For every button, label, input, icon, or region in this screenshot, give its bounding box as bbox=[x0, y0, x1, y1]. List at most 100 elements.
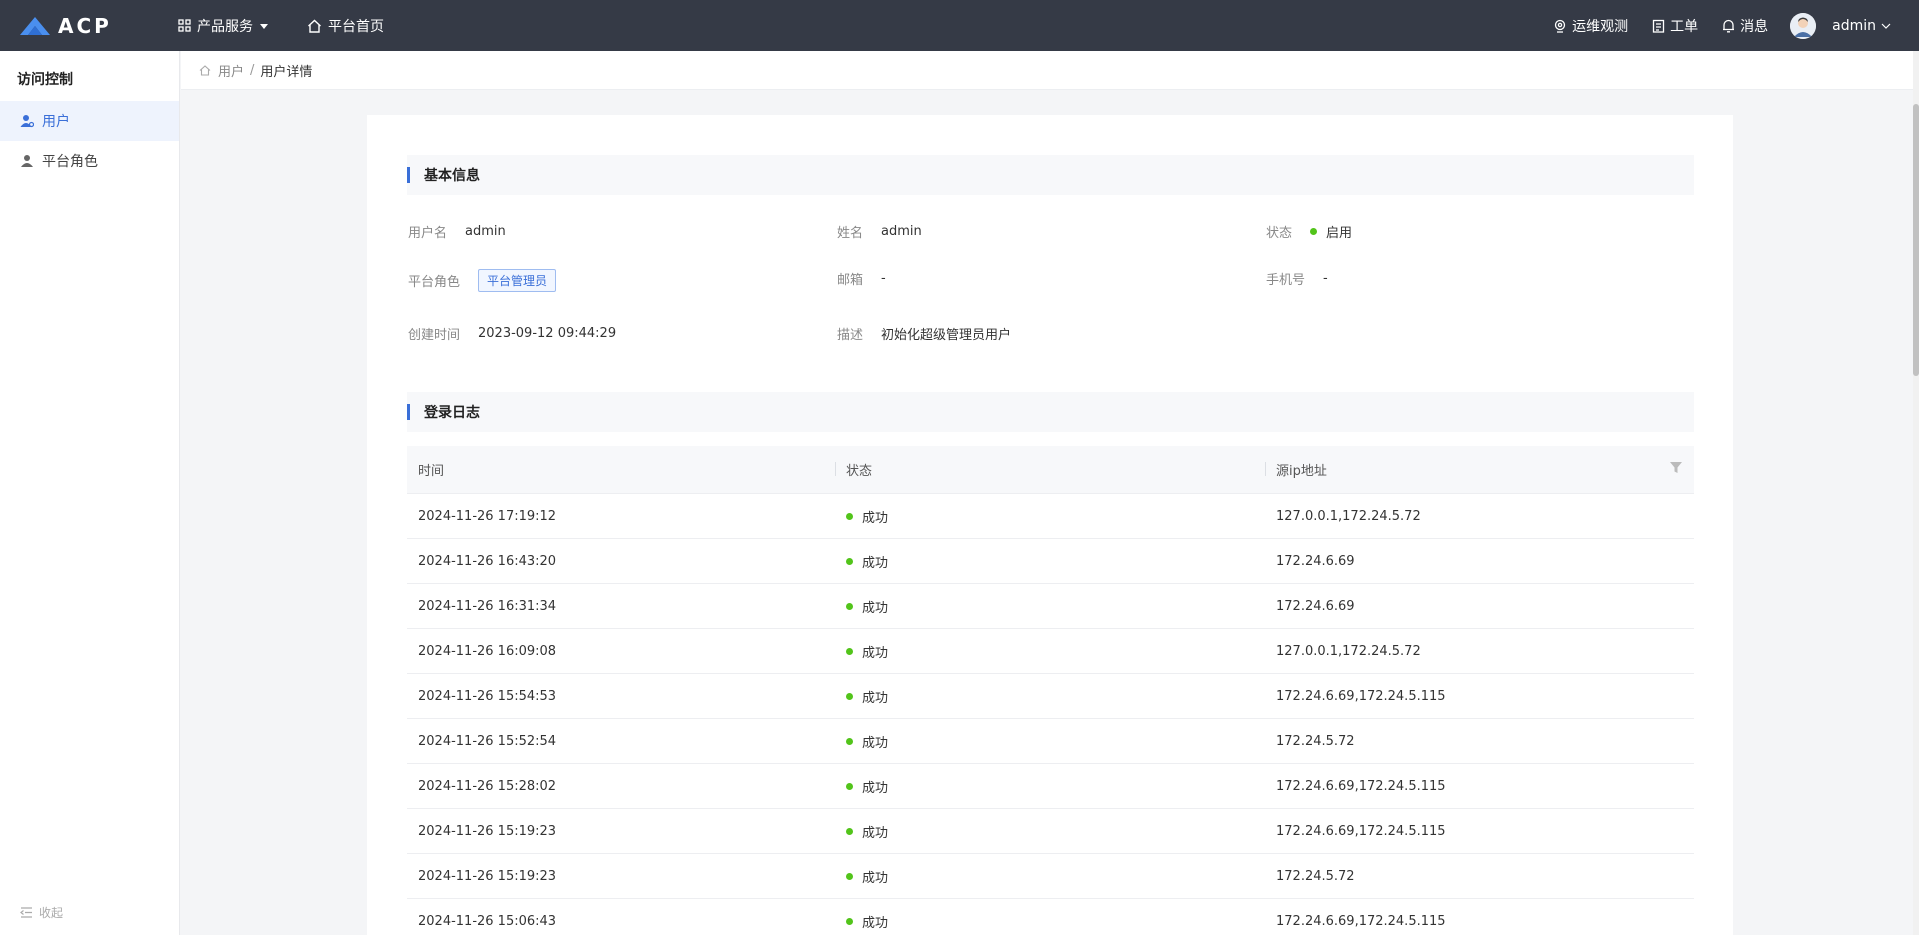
avatar[interactable] bbox=[1790, 12, 1817, 39]
user-menu[interactable]: admin bbox=[1832, 18, 1891, 34]
cell-source-ip: 127.0.0.1,172.24.5.72 bbox=[1276, 643, 1421, 659]
name-value: admin bbox=[881, 224, 922, 239]
login-log-header: 登录日志 bbox=[407, 392, 1694, 432]
messages-link[interactable]: 消息 bbox=[1722, 16, 1768, 36]
platform-role-field: 平台角色 平台管理员 bbox=[408, 269, 557, 292]
cell-status-text: 成功 bbox=[862, 870, 889, 886]
cell-status-text: 成功 bbox=[862, 510, 889, 526]
logo-text: ACP bbox=[58, 13, 112, 38]
page-scrollbar[interactable] bbox=[1913, 51, 1919, 935]
cell-source-ip: 172.24.5.72 bbox=[1276, 868, 1355, 884]
cell-status: 成功 bbox=[835, 507, 1265, 526]
username-value: admin bbox=[465, 224, 506, 239]
status-dot bbox=[1310, 228, 1318, 235]
status-dot bbox=[846, 692, 853, 700]
cell-status-text: 成功 bbox=[862, 825, 889, 841]
avatar-person-icon bbox=[1790, 12, 1817, 39]
status-dot bbox=[846, 782, 853, 790]
table-header: 时间 状态 源ip地址 bbox=[407, 446, 1694, 494]
cell-source-ip: 172.24.6.69 bbox=[1276, 598, 1355, 614]
table-row: 2024-11-26 15:28:02 成功 172.24.6.69,172.24.… bbox=[407, 764, 1694, 809]
cell-time: 2024-11-26 16:09:08 bbox=[418, 643, 557, 659]
ops-monitor-link[interactable]: 运维观测 bbox=[1553, 16, 1628, 36]
nav-platform-home[interactable]: 平台首页 bbox=[307, 16, 384, 36]
home-icon bbox=[308, 19, 321, 33]
cell-source-ip: 172.24.6.69,172.24.5.115 bbox=[1276, 688, 1446, 704]
nav-product-services-label: 产品服务 bbox=[197, 18, 253, 35]
cell-status-text: 成功 bbox=[862, 600, 889, 616]
cell-status: 成功 bbox=[835, 687, 1265, 706]
ops-monitor-label: 运维观测 bbox=[1572, 18, 1629, 35]
cell-source-ip: 172.24.6.69,172.24.5.115 bbox=[1276, 823, 1446, 839]
table-body: 2024-11-26 17:19:12 成功 127.0.0.1,172.24.5.… bbox=[407, 494, 1694, 935]
phone-field: 手机号 - bbox=[1266, 269, 1328, 288]
status-dot bbox=[846, 872, 853, 880]
cell-time: 2024-11-26 15:52:54 bbox=[418, 733, 557, 749]
cell-time: 2024-11-26 15:19:23 bbox=[418, 868, 557, 884]
status-dot bbox=[846, 512, 853, 520]
nav-product-services[interactable]: 产品服务 bbox=[178, 16, 269, 36]
home-icon[interactable] bbox=[199, 64, 211, 76]
description-field: 描述 初始化超级管理员用户 bbox=[837, 324, 1011, 343]
sidebar-item-platform-roles[interactable]: 平台角色 bbox=[0, 141, 179, 181]
status-dot bbox=[846, 827, 853, 835]
cell-status: 成功 bbox=[835, 552, 1265, 571]
sidebar-title: 访问控制 bbox=[17, 72, 73, 88]
cell-status: 成功 bbox=[835, 867, 1265, 886]
cell-source-ip: 172.24.6.69,172.24.5.115 bbox=[1276, 778, 1446, 794]
description-label: 描述 bbox=[837, 328, 864, 343]
email-value: - bbox=[881, 271, 886, 286]
status-dot bbox=[846, 557, 853, 565]
logo[interactable]: ACP bbox=[20, 14, 138, 38]
sidebar-item-users-label: 用户 bbox=[42, 114, 70, 130]
cell-time: 2024-11-26 15:28:02 bbox=[418, 778, 557, 794]
status-text: 启用 bbox=[1326, 226, 1353, 241]
cell-status-text: 成功 bbox=[862, 780, 889, 796]
breadcrumb-users-link[interactable]: 用户 bbox=[218, 61, 244, 80]
description-value: 初始化超级管理员用户 bbox=[881, 328, 1012, 343]
column-header-status[interactable]: 状态 bbox=[835, 460, 1265, 479]
cell-source-ip: 172.24.6.69 bbox=[1276, 553, 1355, 569]
basic-info-header: 基本信息 bbox=[407, 155, 1694, 195]
phone-label: 手机号 bbox=[1266, 273, 1306, 288]
table-row: 2024-11-26 15:06:43 成功 172.24.6.69,172.24.… bbox=[407, 899, 1694, 935]
status-dot bbox=[846, 917, 853, 925]
cell-status-text: 成功 bbox=[862, 735, 889, 751]
platform-role-label: 平台角色 bbox=[408, 275, 461, 290]
cell-status: 成功 bbox=[835, 597, 1265, 616]
collapse-sidebar-button[interactable]: 收起 bbox=[20, 904, 63, 921]
column-header-source-ip[interactable]: 源ip地址 bbox=[1265, 460, 1694, 479]
cell-status: 成功 bbox=[835, 822, 1265, 841]
table-row: 2024-11-26 15:54:53 成功 172.24.6.69,172.24.… bbox=[407, 674, 1694, 719]
created-time-field: 创建时间 2023-09-12 09:44:29 bbox=[408, 324, 616, 343]
created-time-value: 2023-09-12 09:44:29 bbox=[478, 326, 617, 341]
table-row: 2024-11-26 17:19:12 成功 127.0.0.1,172.24.5.… bbox=[407, 494, 1694, 539]
cell-source-ip: 127.0.0.1,172.24.5.72 bbox=[1276, 508, 1421, 524]
cell-status-text: 成功 bbox=[862, 915, 889, 931]
name-field: 姓名 admin bbox=[837, 222, 922, 241]
bell-icon bbox=[1723, 19, 1735, 32]
column-header-time[interactable]: 时间 bbox=[407, 460, 835, 479]
chevron-down-icon bbox=[1881, 23, 1891, 29]
logo-mark-icon bbox=[20, 16, 50, 35]
table-row: 2024-11-26 16:09:08 成功 127.0.0.1,172.24.5.… bbox=[407, 629, 1694, 674]
table-row: 2024-11-26 16:43:20 成功 172.24.6.69 bbox=[407, 539, 1694, 584]
work-order-label: 工单 bbox=[1670, 18, 1699, 35]
name-label: 姓名 bbox=[837, 226, 864, 241]
table-row: 2024-11-26 15:19:23 成功 172.24.6.69,172.24.… bbox=[407, 809, 1694, 854]
work-order-link[interactable]: 工单 bbox=[1652, 16, 1698, 36]
role-tag: 平台管理员 bbox=[478, 269, 557, 292]
cell-status: 成功 bbox=[835, 642, 1265, 661]
cell-source-ip: 172.24.6.69,172.24.5.115 bbox=[1276, 913, 1446, 929]
filter-icon[interactable] bbox=[1670, 462, 1682, 474]
status-dot bbox=[846, 647, 853, 655]
user-detail-card: 基本信息 用户名 admin 姓名 admin 状态 启用 平台角色 平台管理员… bbox=[367, 115, 1733, 935]
collapse-icon bbox=[20, 907, 32, 918]
login-log-title: 登录日志 bbox=[424, 405, 480, 421]
sidebar-item-users[interactable]: 用户 bbox=[0, 101, 179, 141]
nav-platform-home-label: 平台首页 bbox=[328, 18, 384, 35]
monitor-icon bbox=[1554, 19, 1566, 33]
top-nav: 产品服务 平台首页 bbox=[178, 16, 422, 36]
cell-time: 2024-11-26 15:19:23 bbox=[418, 823, 557, 839]
scrollbar-thumb[interactable] bbox=[1913, 104, 1919, 376]
